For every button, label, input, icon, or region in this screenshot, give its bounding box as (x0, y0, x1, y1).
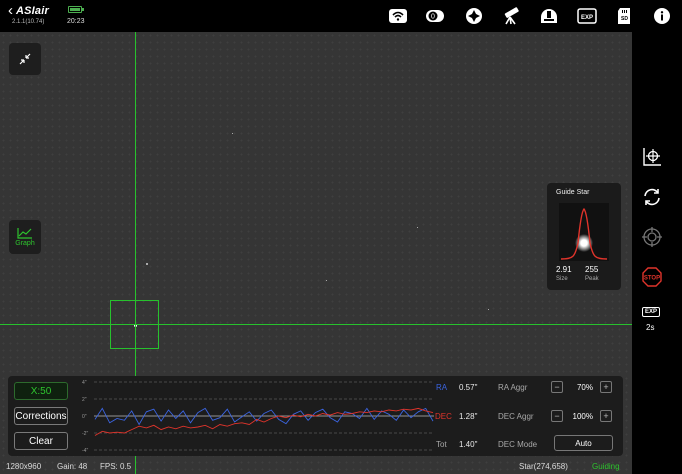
fps: FPS: 0.5 (100, 462, 132, 471)
sd-card-icon[interactable]: SD (614, 7, 636, 25)
graph-button-label: Graph (15, 240, 35, 247)
star (417, 227, 418, 228)
collapse-icon (19, 53, 31, 65)
size-label: Size (556, 276, 568, 282)
tot-value: 1.40" (459, 440, 478, 449)
dec-label: DEC (435, 412, 452, 421)
clear-button[interactable]: Clear (14, 432, 68, 450)
star (488, 309, 489, 310)
dec-aggr-label: DEC Aggr (498, 412, 534, 421)
star-position: Star(274,658) (519, 462, 568, 471)
loop-button[interactable] (641, 186, 663, 208)
ra-label: RA (436, 383, 448, 392)
guide-button[interactable] (641, 226, 663, 248)
battery-level (70, 8, 81, 11)
gain: Gain: 48 (57, 462, 88, 471)
calibrate-button[interactable] (641, 146, 663, 168)
right-sidebar: STOP EXP 2s (632, 32, 682, 474)
clock: 20:23 (67, 18, 85, 25)
peak-value: 255 (585, 265, 599, 274)
peak-label: Peak (585, 276, 599, 282)
svg-text:0: 0 (431, 14, 435, 21)
ra-value: 0.57" (459, 383, 478, 392)
corrections-button[interactable]: Corrections (14, 407, 68, 425)
storage-toggle-icon[interactable]: 0 (424, 7, 446, 25)
stop-label: STOP (644, 275, 660, 281)
dec-aggr-value: 100% (572, 412, 593, 421)
exposure-settings-icon[interactable]: EXP (576, 7, 598, 25)
collapse-button[interactable] (9, 43, 41, 75)
ra-aggr-increase[interactable]: + (600, 381, 612, 393)
guide-star-box (110, 300, 159, 349)
loop-icon (644, 188, 660, 206)
dec-mode-select[interactable]: Auto (554, 435, 613, 451)
y-tick-label: 0" (82, 414, 87, 420)
dec-aggr-decrease[interactable]: − (551, 410, 563, 422)
svg-text:SD: SD (621, 16, 628, 22)
crosshair-horizontal (0, 324, 632, 325)
chevron-left-icon: ‹ (8, 2, 13, 19)
stop-button[interactable]: STOP (641, 266, 663, 288)
app-version: 2.1.1(10.74) (12, 19, 45, 25)
guide-graph: 4" 2" 0" -2" -4" (82, 380, 434, 454)
guide-star-title: Guide Star (556, 189, 590, 196)
info-icon[interactable] (651, 7, 673, 25)
graph-button[interactable]: Graph (9, 220, 41, 254)
stop-icon: STOP (642, 267, 662, 287)
target-icon (642, 227, 662, 247)
tot-label: Tot (436, 440, 447, 449)
svg-text:EXP: EXP (581, 15, 593, 21)
battery-icon (68, 6, 84, 13)
ra-aggr-label: RA Aggr (498, 383, 528, 392)
guide-star-profile (559, 203, 609, 261)
exposure-value[interactable]: 2s (646, 323, 654, 332)
y-tick-label: -4" (82, 448, 88, 454)
wifi-icon[interactable] (387, 7, 409, 25)
calibrate-icon (643, 148, 661, 166)
ra-aggr-decrease[interactable]: − (551, 381, 563, 393)
star (326, 280, 327, 281)
scale-button[interactable]: X:50 (14, 382, 68, 400)
status-bar: 1280x960 Gain: 48 FPS: 0.5 Star(274,658)… (0, 458, 632, 474)
dec-aggr-increase[interactable]: + (600, 410, 612, 422)
y-tick-label: 4" (82, 380, 87, 386)
focuser-icon[interactable] (463, 7, 485, 25)
size-value: 2.91 (556, 265, 572, 274)
exposure-badge[interactable]: EXP (642, 307, 660, 317)
star (146, 263, 148, 265)
star (232, 133, 233, 134)
back-button[interactable]: ‹ ASIair 2.1.1(10.74) (8, 2, 49, 25)
top-bar: ‹ ASIair 2.1.1(10.74) 20:23 0 EXP SD (0, 0, 682, 32)
ra-aggr-value: 70% (576, 383, 593, 392)
guide-star-panel: Guide Star 2.91 255 Size Peak (547, 183, 621, 290)
app-brand: ASIair (16, 5, 49, 17)
telescope-icon[interactable] (500, 7, 522, 25)
y-tick-label: -2" (82, 431, 88, 437)
resolution: 1280x960 (6, 462, 42, 471)
graph-icon (17, 228, 32, 239)
guiding-panel: X:50 Corrections Clear 4" 2" 0" -2" -4" RA 0… (8, 376, 623, 456)
observatory-icon[interactable] (538, 7, 560, 25)
y-tick-label: 2" (82, 397, 87, 403)
dec-mode-label: DEC Mode (498, 440, 538, 449)
guiding-state: Guiding (592, 462, 620, 471)
dec-value: 1.28" (459, 412, 478, 421)
